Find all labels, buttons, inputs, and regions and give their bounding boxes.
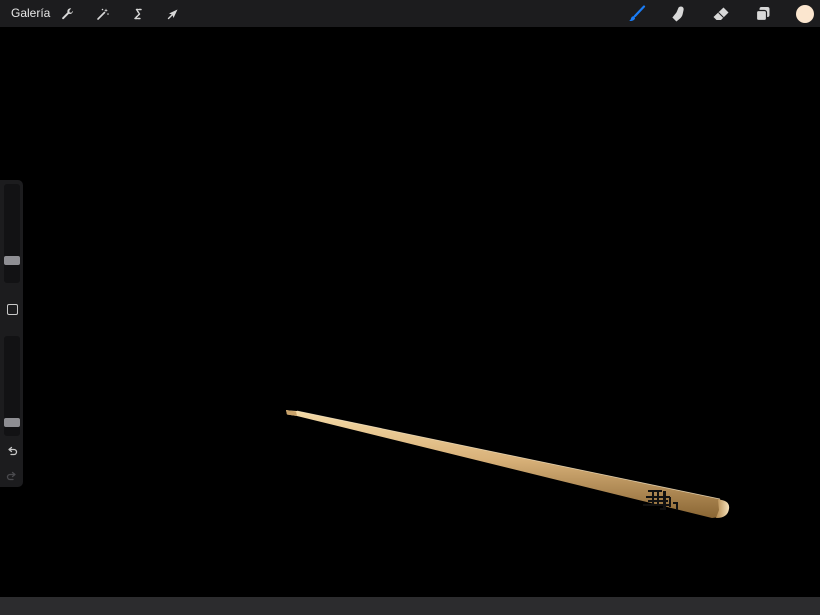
eraser-icon[interactable] (711, 4, 731, 24)
brush-size-slider[interactable] (4, 184, 20, 283)
color-picker-button[interactable] (796, 5, 814, 23)
wrench-icon[interactable] (58, 4, 78, 24)
brush-size-thumb[interactable] (4, 256, 20, 265)
redo-button[interactable] (5, 470, 19, 484)
top-toolbar: Galería (0, 0, 820, 27)
layers-icon[interactable] (753, 4, 773, 24)
opacity-thumb[interactable] (4, 417, 20, 427)
chopstick-illustration (286, 410, 730, 518)
drawing-canvas[interactable] (0, 27, 820, 597)
selection-s-icon[interactable] (128, 4, 148, 24)
bottom-bar (0, 597, 820, 615)
undo-icon (8, 446, 18, 456)
redo-icon (6, 471, 16, 481)
arrow-cursor-icon[interactable] (163, 4, 183, 24)
smudge-finger-icon[interactable] (669, 4, 689, 24)
modify-button[interactable] (7, 304, 18, 315)
sidebar-panel (0, 180, 23, 487)
brush-icon[interactable] (627, 4, 647, 24)
undo-button[interactable] (5, 445, 19, 459)
magic-wand-icon[interactable] (93, 4, 113, 24)
gallery-button[interactable]: Galería (11, 6, 50, 21)
